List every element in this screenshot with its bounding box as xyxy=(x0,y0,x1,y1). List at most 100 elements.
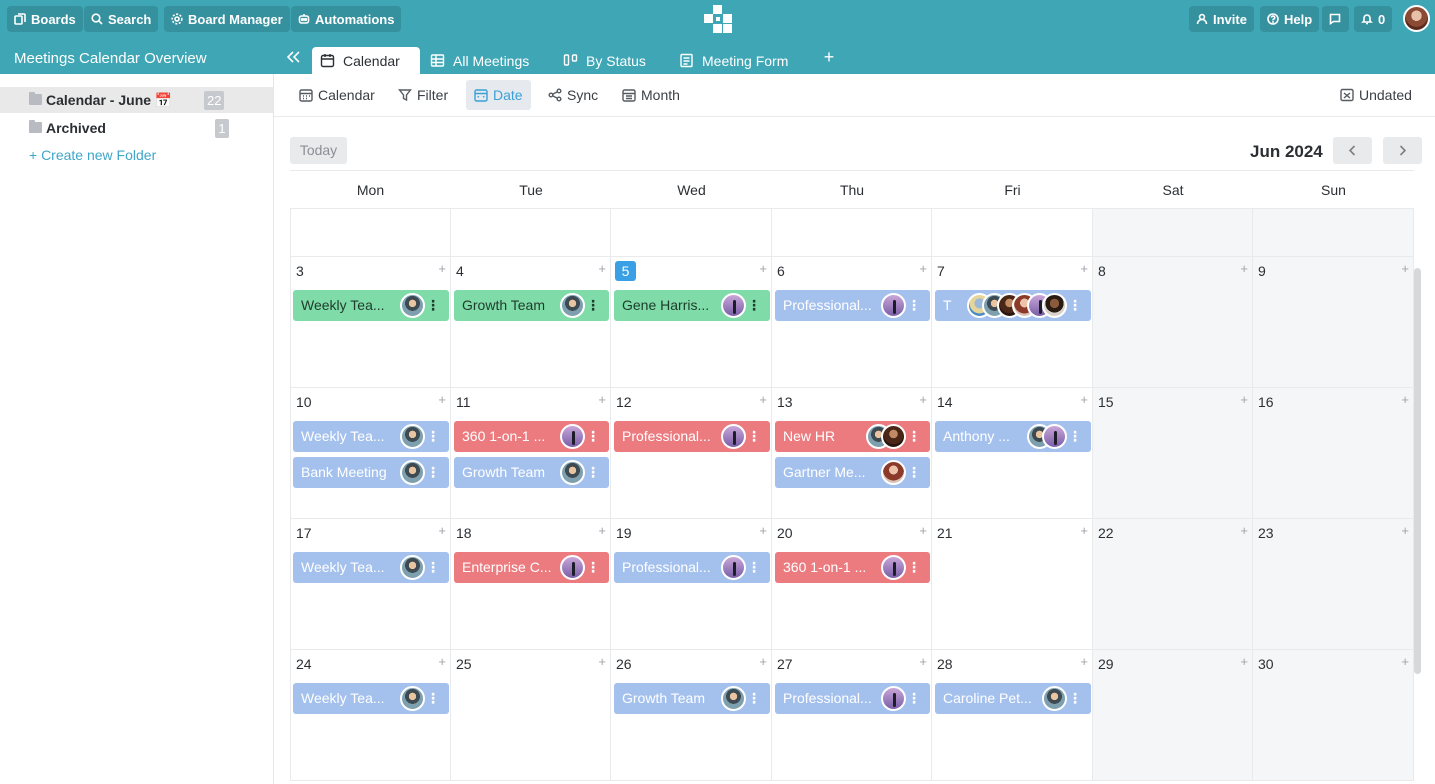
assignee-avatar[interactable] xyxy=(881,460,906,485)
event-card[interactable]: Weekly Tea... ⋮ xyxy=(293,552,449,583)
event-card[interactable]: Gene Harris... ⋮ xyxy=(614,290,770,321)
add-event-icon[interactable]: + xyxy=(1240,261,1248,276)
collapse-sidebar-icon[interactable] xyxy=(285,49,301,65)
day-cell[interactable]: 14 + xyxy=(932,388,1093,519)
event-card[interactable]: Professional... ⋮ xyxy=(775,683,930,714)
event-card[interactable]: Growth Team ⋮ xyxy=(454,290,609,321)
event-card[interactable]: Weekly Tea... ⋮ xyxy=(293,421,449,452)
event-card[interactable]: Anthony ... ⋮ xyxy=(935,421,1091,452)
event-menu-icon[interactable]: ⋮ xyxy=(586,463,600,481)
event-card[interactable]: Gartner Me... ⋮ xyxy=(775,457,930,488)
add-event-icon[interactable]: + xyxy=(1080,261,1088,276)
day-cell[interactable]: 28 + xyxy=(932,650,1093,781)
assignee-avatar[interactable] xyxy=(881,686,906,711)
help-button[interactable]: Help xyxy=(1260,6,1320,32)
day-cell[interactable]: 25 + xyxy=(451,650,611,781)
event-menu-icon[interactable]: ⋮ xyxy=(426,689,440,707)
event-card[interactable]: Growth Team ⋮ xyxy=(614,683,770,714)
add-event-icon[interactable]: + xyxy=(759,523,767,538)
tab-meeting-form[interactable]: Meeting Form xyxy=(671,47,796,74)
next-month-button[interactable] xyxy=(1383,137,1422,164)
event-menu-icon[interactable]: ⋮ xyxy=(426,427,440,445)
board-manager-button[interactable]: Board Manager xyxy=(164,6,290,32)
day-cell[interactable]: 22 + xyxy=(1093,519,1253,650)
add-event-icon[interactable]: + xyxy=(1080,392,1088,407)
add-event-icon[interactable]: + xyxy=(598,261,606,276)
month-range-button[interactable]: Month xyxy=(614,80,688,110)
day-cell[interactable]: 12 + xyxy=(611,388,772,519)
create-folder-link[interactable]: + Create new Folder xyxy=(29,147,156,163)
day-cell[interactable]: 4 + xyxy=(451,257,611,388)
event-card[interactable]: 360 1-on-1 ... ⋮ xyxy=(775,552,930,583)
search-button[interactable]: Search xyxy=(84,6,159,32)
add-event-icon[interactable]: + xyxy=(598,523,606,538)
tab-by-status[interactable]: By Status xyxy=(555,47,654,74)
tab-all-meetings[interactable]: All Meetings xyxy=(422,47,537,74)
day-cell[interactable]: 15 + xyxy=(1093,388,1253,519)
day-cell[interactable] xyxy=(451,209,611,257)
event-menu-icon[interactable]: ⋮ xyxy=(426,463,440,481)
event-menu-icon[interactable]: ⋮ xyxy=(586,296,600,314)
day-cell[interactable] xyxy=(1093,209,1253,257)
day-cell[interactable]: 19 + xyxy=(611,519,772,650)
add-event-icon[interactable]: + xyxy=(598,392,606,407)
event-menu-icon[interactable]: ⋮ xyxy=(586,427,600,445)
add-event-icon[interactable]: + xyxy=(919,261,927,276)
day-cell[interactable]: 29 + xyxy=(1093,650,1253,781)
day-cell[interactable]: 27 + xyxy=(772,650,932,781)
assignee-avatar[interactable] xyxy=(721,555,746,580)
day-cell[interactable]: 24 + xyxy=(290,650,451,781)
assignee-avatar[interactable] xyxy=(400,424,425,449)
notifications-button[interactable]: 0 xyxy=(1354,6,1393,32)
event-menu-icon[interactable]: ⋮ xyxy=(1068,427,1082,445)
assignee-avatar[interactable] xyxy=(721,293,746,318)
user-avatar[interactable] xyxy=(1403,5,1430,32)
add-event-icon[interactable]: + xyxy=(1240,523,1248,538)
day-cell[interactable]: 9 + xyxy=(1253,257,1414,388)
add-event-icon[interactable]: + xyxy=(759,392,767,407)
day-cell[interactable] xyxy=(290,209,451,257)
day-cell[interactable] xyxy=(611,209,772,257)
day-cell[interactable]: 21 + xyxy=(932,519,1093,650)
folder-calendar-june[interactable]: Calendar - June 📅 22 xyxy=(0,87,273,113)
assignee-avatar[interactable] xyxy=(560,293,585,318)
folder-archived[interactable]: Archived 1 xyxy=(0,115,273,141)
assignee-avatar[interactable] xyxy=(721,686,746,711)
assignee-avatar[interactable] xyxy=(1042,686,1067,711)
add-event-icon[interactable]: + xyxy=(1401,392,1409,407)
undated-button[interactable]: Undated xyxy=(1332,80,1420,110)
day-cell[interactable] xyxy=(932,209,1093,257)
add-event-icon[interactable]: + xyxy=(438,523,446,538)
prev-month-button[interactable] xyxy=(1333,137,1372,164)
event-menu-icon[interactable]: ⋮ xyxy=(747,689,761,707)
add-event-icon[interactable]: + xyxy=(1401,261,1409,276)
event-menu-icon[interactable]: ⋮ xyxy=(907,296,921,314)
assignee-avatar[interactable] xyxy=(400,460,425,485)
boards-button[interactable]: Boards xyxy=(7,6,83,32)
add-event-icon[interactable]: + xyxy=(1080,654,1088,669)
invite-button[interactable]: Invite xyxy=(1189,6,1254,32)
add-event-icon[interactable]: + xyxy=(598,654,606,669)
event-card[interactable]: 360 1-on-1 ... ⋮ xyxy=(454,421,609,452)
add-event-icon[interactable]: + xyxy=(1240,392,1248,407)
event-card[interactable]: T ⋮ xyxy=(935,290,1091,321)
assignee-avatar[interactable] xyxy=(560,424,585,449)
event-card[interactable]: Enterprise C... ⋮ xyxy=(454,552,609,583)
add-event-icon[interactable]: + xyxy=(919,654,927,669)
event-menu-icon[interactable]: ⋮ xyxy=(907,558,921,576)
assignee-avatar[interactable] xyxy=(1042,424,1067,449)
automations-button[interactable]: Automations xyxy=(291,6,402,32)
event-card[interactable]: Professional... ⋮ xyxy=(775,290,930,321)
day-cell[interactable] xyxy=(1253,209,1414,257)
day-cell[interactable]: 8 + xyxy=(1093,257,1253,388)
add-event-icon[interactable]: + xyxy=(438,392,446,407)
event-card[interactable]: Caroline Pet... ⋮ xyxy=(935,683,1091,714)
assignee-avatar[interactable] xyxy=(560,460,585,485)
add-event-icon[interactable]: + xyxy=(438,261,446,276)
day-cell[interactable]: 11 + xyxy=(451,388,611,519)
calendar-scrollbar[interactable] xyxy=(1414,268,1421,674)
day-cell[interactable]: 30 + xyxy=(1253,650,1414,781)
day-cell[interactable]: 23 + xyxy=(1253,519,1414,650)
assignee-avatar[interactable] xyxy=(1042,293,1067,318)
day-cell[interactable]: 20 + xyxy=(772,519,932,650)
